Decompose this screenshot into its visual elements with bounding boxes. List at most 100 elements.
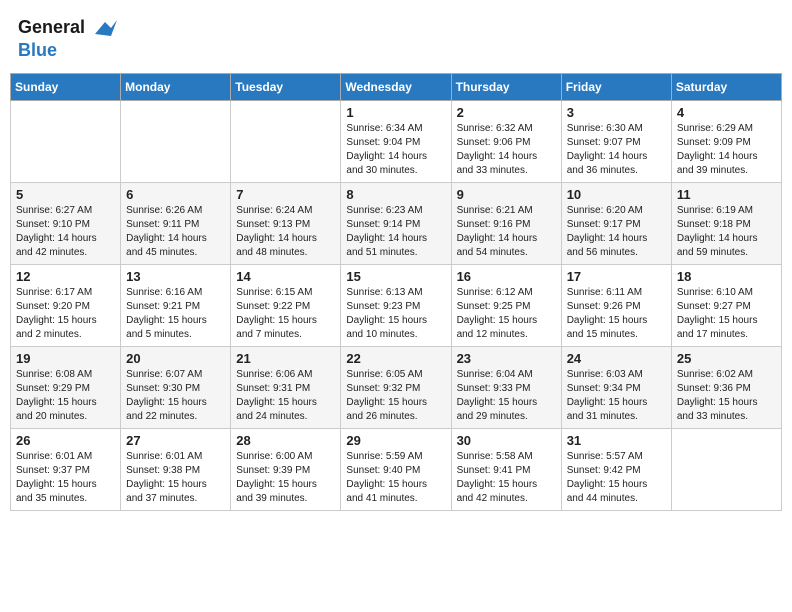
weekday-header-friday: Friday xyxy=(561,74,671,101)
calendar-cell xyxy=(121,101,231,183)
day-info: Sunrise: 6:19 AM Sunset: 9:18 PM Dayligh… xyxy=(677,204,776,260)
day-number: 24 xyxy=(567,351,666,366)
day-number: 23 xyxy=(457,351,556,366)
day-number: 4 xyxy=(677,105,776,120)
day-info: Sunrise: 6:11 AM Sunset: 9:26 PM Dayligh… xyxy=(567,286,666,342)
calendar-table: SundayMondayTuesdayWednesdayThursdayFrid… xyxy=(10,73,782,511)
day-info: Sunrise: 6:00 AM Sunset: 9:39 PM Dayligh… xyxy=(236,450,335,506)
day-number: 17 xyxy=(567,269,666,284)
day-number: 21 xyxy=(236,351,335,366)
day-info: Sunrise: 5:57 AM Sunset: 9:42 PM Dayligh… xyxy=(567,450,666,506)
calendar-cell: 26 Sunrise: 6:01 AM Sunset: 9:37 PM Dayli… xyxy=(11,429,121,511)
calendar-cell: 15 Sunrise: 6:13 AM Sunset: 9:23 PM Dayli… xyxy=(341,265,451,347)
calendar-cell: 24 Sunrise: 6:03 AM Sunset: 9:34 PM Dayli… xyxy=(561,347,671,429)
calendar-cell: 20 Sunrise: 6:07 AM Sunset: 9:30 PM Dayli… xyxy=(121,347,231,429)
day-number: 22 xyxy=(346,351,445,366)
calendar-cell: 4 Sunrise: 6:29 AM Sunset: 9:09 PM Daylig… xyxy=(671,101,781,183)
calendar-cell xyxy=(231,101,341,183)
weekday-header-saturday: Saturday xyxy=(671,74,781,101)
calendar-cell: 11Sunrise: 6:19 AM Sunset: 9:18 PM Dayli… xyxy=(671,183,781,265)
day-info: Sunrise: 6:12 AM Sunset: 9:25 PM Dayligh… xyxy=(457,286,556,342)
calendar-cell: 8 Sunrise: 6:23 AM Sunset: 9:14 PM Daylig… xyxy=(341,183,451,265)
day-info: Sunrise: 6:24 AM Sunset: 9:13 PM Dayligh… xyxy=(236,204,335,260)
day-number: 29 xyxy=(346,433,445,448)
day-number: 18 xyxy=(677,269,776,284)
day-info: Sunrise: 6:02 AM Sunset: 9:36 PM Dayligh… xyxy=(677,368,776,424)
day-info: Sunrise: 6:26 AM Sunset: 9:11 PM Dayligh… xyxy=(126,204,225,260)
day-info: Sunrise: 6:20 AM Sunset: 9:17 PM Dayligh… xyxy=(567,204,666,260)
day-number: 2 xyxy=(457,105,556,120)
day-info: Sunrise: 6:16 AM Sunset: 9:21 PM Dayligh… xyxy=(126,286,225,342)
calendar-cell: 3Sunrise: 6:30 AM Sunset: 9:07 PM Daylig… xyxy=(561,101,671,183)
day-number: 14 xyxy=(236,269,335,284)
day-number: 15 xyxy=(346,269,445,284)
calendar-cell: 6 Sunrise: 6:26 AM Sunset: 9:11 PM Daylig… xyxy=(121,183,231,265)
calendar-cell: 27 Sunrise: 6:01 AM Sunset: 9:38 PM Dayli… xyxy=(121,429,231,511)
day-number: 3 xyxy=(567,105,666,120)
calendar-cell: 13 Sunrise: 6:16 AM Sunset: 9:21 PM Dayli… xyxy=(121,265,231,347)
weekday-header-thursday: Thursday xyxy=(451,74,561,101)
weekday-header-monday: Monday xyxy=(121,74,231,101)
logo-general: General xyxy=(18,17,85,37)
day-number: 12 xyxy=(16,269,115,284)
calendar-cell: 25 Sunrise: 6:02 AM Sunset: 9:36 PM Dayli… xyxy=(671,347,781,429)
day-number: 8 xyxy=(346,187,445,202)
day-info: Sunrise: 6:03 AM Sunset: 9:34 PM Dayligh… xyxy=(567,368,666,424)
day-info: Sunrise: 5:59 AM Sunset: 9:40 PM Dayligh… xyxy=(346,450,445,506)
page-header: General Blue xyxy=(10,10,782,65)
calendar-cell: 22Sunrise: 6:05 AM Sunset: 9:32 PM Dayli… xyxy=(341,347,451,429)
day-info: Sunrise: 6:23 AM Sunset: 9:14 PM Dayligh… xyxy=(346,204,445,260)
calendar-cell: 10 Sunrise: 6:20 AM Sunset: 9:17 PM Dayli… xyxy=(561,183,671,265)
calendar-header-row: SundayMondayTuesdayWednesdayThursdayFrid… xyxy=(11,74,782,101)
day-number: 6 xyxy=(126,187,225,202)
logo-bird-icon xyxy=(91,14,119,42)
day-info: Sunrise: 6:01 AM Sunset: 9:37 PM Dayligh… xyxy=(16,450,115,506)
weekday-header-tuesday: Tuesday xyxy=(231,74,341,101)
day-info: Sunrise: 5:58 AM Sunset: 9:41 PM Dayligh… xyxy=(457,450,556,506)
calendar-cell: 12 Sunrise: 6:17 AM Sunset: 9:20 PM Dayli… xyxy=(11,265,121,347)
calendar-cell: 2Sunrise: 6:32 AM Sunset: 9:06 PM Daylig… xyxy=(451,101,561,183)
calendar-cell: 28Sunrise: 6:00 AM Sunset: 9:39 PM Dayli… xyxy=(231,429,341,511)
day-number: 30 xyxy=(457,433,556,448)
calendar-cell: 29 Sunrise: 5:59 AM Sunset: 9:40 PM Dayli… xyxy=(341,429,451,511)
day-number: 9 xyxy=(457,187,556,202)
day-info: Sunrise: 6:01 AM Sunset: 9:38 PM Dayligh… xyxy=(126,450,225,506)
day-number: 1 xyxy=(346,105,445,120)
calendar-cell: 23 Sunrise: 6:04 AM Sunset: 9:33 PM Dayli… xyxy=(451,347,561,429)
calendar-cell: 16Sunrise: 6:12 AM Sunset: 9:25 PM Dayli… xyxy=(451,265,561,347)
day-number: 19 xyxy=(16,351,115,366)
day-info: Sunrise: 6:07 AM Sunset: 9:30 PM Dayligh… xyxy=(126,368,225,424)
calendar-body: 1 Sunrise: 6:34 AM Sunset: 9:04 PM Daylig… xyxy=(11,101,782,511)
calendar-cell: 21Sunrise: 6:06 AM Sunset: 9:31 PM Dayli… xyxy=(231,347,341,429)
calendar-cell: 7 Sunrise: 6:24 AM Sunset: 9:13 PM Daylig… xyxy=(231,183,341,265)
day-number: 25 xyxy=(677,351,776,366)
logo: General Blue xyxy=(18,14,119,61)
calendar-cell: 5 Sunrise: 6:27 AM Sunset: 9:10 PM Daylig… xyxy=(11,183,121,265)
day-number: 10 xyxy=(567,187,666,202)
calendar-cell: 1 Sunrise: 6:34 AM Sunset: 9:04 PM Daylig… xyxy=(341,101,451,183)
calendar-cell: 9 Sunrise: 6:21 AM Sunset: 9:16 PM Daylig… xyxy=(451,183,561,265)
day-number: 13 xyxy=(126,269,225,284)
day-info: Sunrise: 6:15 AM Sunset: 9:22 PM Dayligh… xyxy=(236,286,335,342)
calendar-cell xyxy=(11,101,121,183)
day-info: Sunrise: 6:10 AM Sunset: 9:27 PM Dayligh… xyxy=(677,286,776,342)
day-number: 31 xyxy=(567,433,666,448)
day-info: Sunrise: 6:34 AM Sunset: 9:04 PM Dayligh… xyxy=(346,122,445,178)
logo-blue: Blue xyxy=(18,40,119,61)
day-number: 7 xyxy=(236,187,335,202)
day-info: Sunrise: 6:04 AM Sunset: 9:33 PM Dayligh… xyxy=(457,368,556,424)
calendar-cell: 18 Sunrise: 6:10 AM Sunset: 9:27 PM Dayli… xyxy=(671,265,781,347)
calendar-cell: 31 Sunrise: 5:57 AM Sunset: 9:42 PM Dayli… xyxy=(561,429,671,511)
weekday-header-sunday: Sunday xyxy=(11,74,121,101)
day-info: Sunrise: 6:13 AM Sunset: 9:23 PM Dayligh… xyxy=(346,286,445,342)
day-number: 5 xyxy=(16,187,115,202)
day-info: Sunrise: 6:27 AM Sunset: 9:10 PM Dayligh… xyxy=(16,204,115,260)
day-info: Sunrise: 6:29 AM Sunset: 9:09 PM Dayligh… xyxy=(677,122,776,178)
day-info: Sunrise: 6:17 AM Sunset: 9:20 PM Dayligh… xyxy=(16,286,115,342)
day-number: 20 xyxy=(126,351,225,366)
day-number: 26 xyxy=(16,433,115,448)
day-info: Sunrise: 6:21 AM Sunset: 9:16 PM Dayligh… xyxy=(457,204,556,260)
calendar-cell: 30 Sunrise: 5:58 AM Sunset: 9:41 PM Dayli… xyxy=(451,429,561,511)
calendar-cell xyxy=(671,429,781,511)
day-number: 27 xyxy=(126,433,225,448)
